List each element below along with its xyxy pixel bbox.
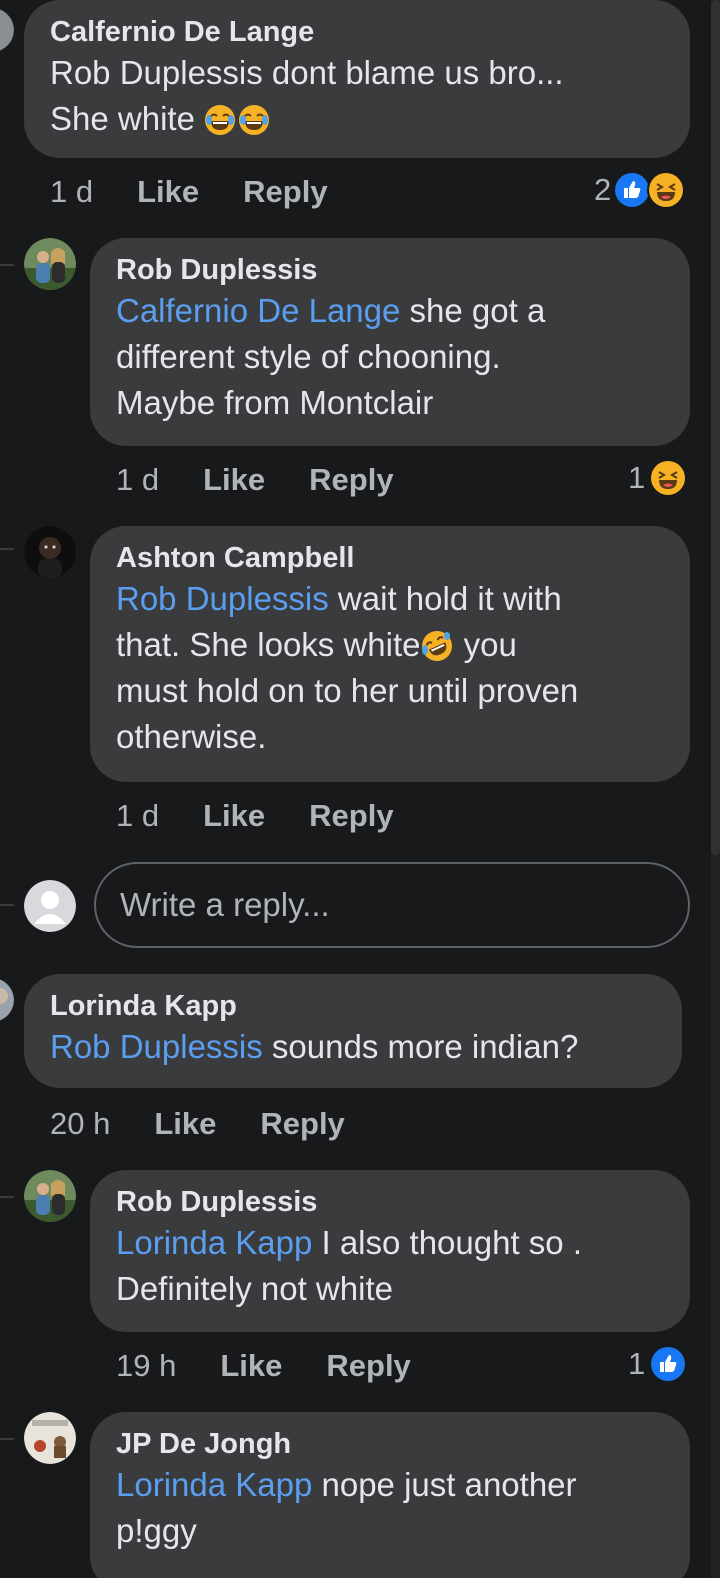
comment-text: Rob Duplessis dont blame us bro... She w… xyxy=(50,54,564,137)
like-button[interactable]: Like xyxy=(203,798,265,834)
mention-link[interactable]: Calfernio De Lange xyxy=(116,292,400,329)
reply-button[interactable]: Reply xyxy=(309,462,393,498)
comment-timestamp[interactable]: 1 d xyxy=(116,798,159,834)
avatar[interactable] xyxy=(0,978,14,1022)
comment-bubble: JP De Jongh Lorinda Kapp nope just anoth… xyxy=(90,1412,690,1578)
tears-of-joy-emoji xyxy=(204,104,236,136)
comment-actions: 19 h Like Reply xyxy=(116,1346,455,1386)
comment-author[interactable]: JP De Jongh xyxy=(116,1426,664,1462)
comment-author[interactable]: Calfernio De Lange xyxy=(50,14,664,50)
avatar[interactable] xyxy=(24,238,76,290)
reaction-summary[interactable]: 1 xyxy=(628,1344,686,1384)
thread-connector xyxy=(0,1196,14,1198)
comment-bubble: Calfernio De Lange Rob Duplessis dont bl… xyxy=(24,0,690,158)
like-button[interactable]: Like xyxy=(203,462,265,498)
reaction-summary[interactable]: 1 xyxy=(628,458,686,498)
reply-button[interactable]: Reply xyxy=(326,1348,410,1384)
comment-author[interactable]: Lorinda Kapp xyxy=(50,988,656,1024)
comment-text: Lorinda Kapp nope just another p!ggy xyxy=(116,1466,577,1549)
reaction-count: 1 xyxy=(628,460,646,495)
comment-timestamp[interactable]: 1 d xyxy=(50,174,93,210)
comment-author[interactable]: Rob Duplessis xyxy=(116,252,664,288)
mention-link[interactable]: Rob Duplessis xyxy=(116,580,329,617)
mention-link[interactable]: Lorinda Kapp xyxy=(116,1466,312,1503)
thumbs-up-icon xyxy=(613,171,652,209)
thumbs-up-icon xyxy=(651,1347,686,1381)
comment-text: Calfernio De Lange she got a different s… xyxy=(116,292,546,421)
avatar[interactable] xyxy=(24,526,76,578)
reaction-count: 1 xyxy=(628,1346,646,1381)
current-user-avatar xyxy=(24,880,76,932)
comment-author[interactable]: Ashton Campbell xyxy=(116,540,664,576)
laughing-face-icon xyxy=(651,461,686,495)
avatar[interactable] xyxy=(24,1412,76,1464)
thread-connector xyxy=(0,548,14,550)
reaction-count: 2 xyxy=(594,172,612,207)
reply-button[interactable]: Reply xyxy=(260,1106,344,1142)
tears-of-joy-emoji xyxy=(238,104,270,136)
comment-thread: Calfernio De Lange Rob Duplessis dont bl… xyxy=(0,0,720,1578)
comment-text: Rob Duplessis sounds more indian? xyxy=(50,1028,579,1065)
rolling-laughing-emoji xyxy=(421,630,453,662)
comment-bubble: Rob Duplessis Lorinda Kapp I also though… xyxy=(90,1170,690,1332)
thread-connector xyxy=(0,1438,14,1440)
comment-bubble: Lorinda Kapp Rob Duplessis sounds more i… xyxy=(24,974,682,1088)
thread-connector xyxy=(0,904,14,906)
mention-link[interactable]: Lorinda Kapp xyxy=(116,1224,312,1261)
avatar[interactable] xyxy=(0,8,14,52)
comment-actions: 1 d Like Reply xyxy=(116,796,438,836)
reply-button[interactable]: Reply xyxy=(309,798,393,834)
comment-actions: 20 h Like Reply xyxy=(50,1104,389,1144)
avatar[interactable] xyxy=(24,1170,76,1222)
reply-placeholder: Write a reply... xyxy=(120,886,330,923)
write-reply-input[interactable]: Write a reply... xyxy=(94,862,690,948)
comment-actions: 1 d Like Reply xyxy=(50,172,372,212)
scrollbar-thumb[interactable] xyxy=(711,0,720,855)
comment-bubble: Rob Duplessis Calfernio De Lange she got… xyxy=(90,238,690,446)
mention-link[interactable]: Rob Duplessis xyxy=(50,1028,263,1065)
comment-timestamp[interactable]: 19 h xyxy=(116,1348,176,1384)
reaction-summary[interactable]: 2 xyxy=(594,170,686,210)
like-button[interactable]: Like xyxy=(220,1348,282,1384)
like-button[interactable]: Like xyxy=(137,174,199,210)
like-button[interactable]: Like xyxy=(154,1106,216,1142)
reply-button[interactable]: Reply xyxy=(243,174,327,210)
comment-text: Lorinda Kapp I also thought so . Definit… xyxy=(116,1224,582,1307)
comment-timestamp[interactable]: 20 h xyxy=(50,1106,110,1142)
comment-author[interactable]: Rob Duplessis xyxy=(116,1184,664,1220)
comment-bubble: Ashton Campbell Rob Duplessis wait hold … xyxy=(90,526,690,782)
comment-text: Rob Duplessis wait hold it with that. Sh… xyxy=(116,580,579,755)
comment-timestamp[interactable]: 1 d xyxy=(116,462,159,498)
thread-connector xyxy=(0,264,14,266)
comment-actions: 1 d Like Reply xyxy=(116,460,438,500)
laughing-face-icon xyxy=(647,171,686,209)
